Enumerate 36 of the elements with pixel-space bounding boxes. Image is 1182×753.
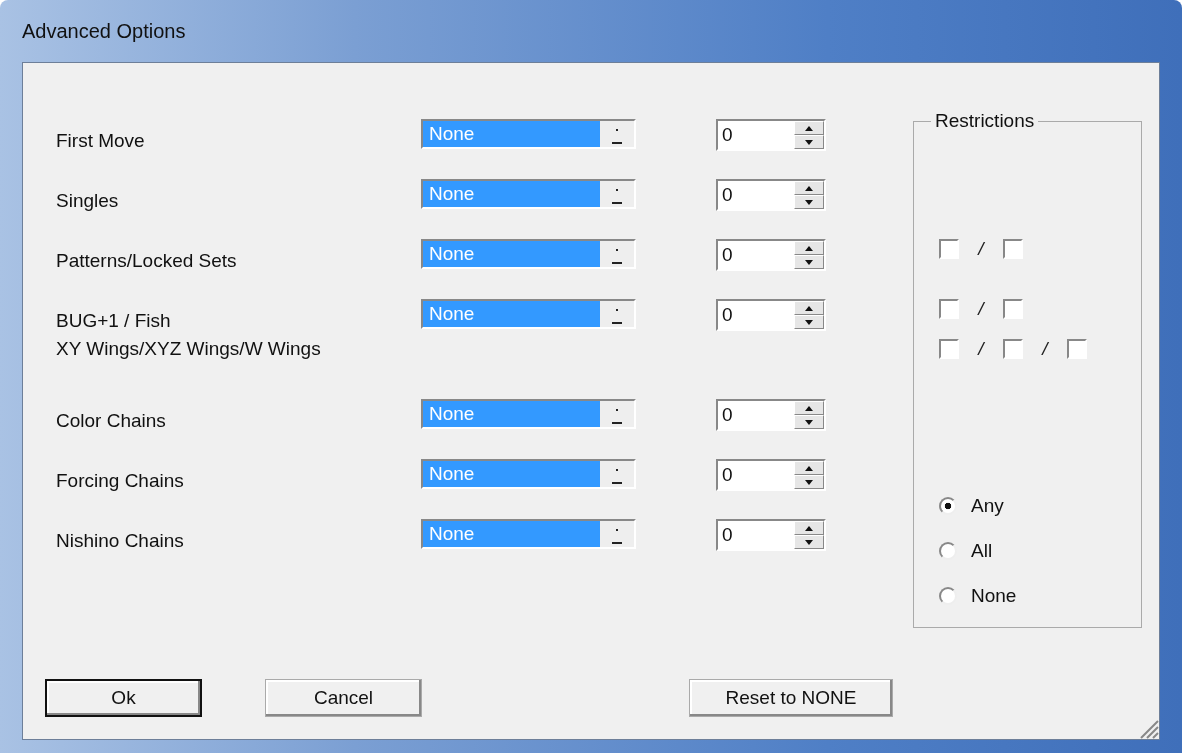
radio-button[interactable] [939,541,957,560]
dialog-button[interactable]: Reset to NONE [689,679,893,717]
dropdown-button[interactable] [600,461,634,487]
separator-text: / [976,298,986,320]
dialog-button[interactable]: Ok [45,679,202,717]
separator-text: / [976,238,986,260]
radio-label[interactable]: All [971,539,993,562]
option-label: BUG+1 / Fish XY Wings/XYZ Wings/W Wings [56,309,322,361]
restriction-checkbox[interactable] [939,339,959,359]
radio-label[interactable]: Any [971,494,1004,517]
restriction-checkbox[interactable] [939,239,959,259]
option-label: Forcing Chains [56,469,185,493]
radio-label[interactable]: None [971,584,1017,607]
dropdown-button[interactable] [600,241,634,267]
restriction-checkbox[interactable] [1003,299,1023,319]
dropdown-button[interactable] [600,121,634,147]
separator-text: / [976,338,986,360]
window-title: Advanced Options [22,19,186,43]
option-label: Singles [56,189,120,213]
dropdown-button[interactable] [600,301,634,327]
restriction-checkbox[interactable] [939,299,959,319]
dropdown-button[interactable] [600,401,634,427]
restriction-checkbox[interactable] [1003,339,1023,359]
dialog-button[interactable]: Cancel [265,679,422,717]
option-label: Patterns/Locked Sets [56,249,238,273]
radio-button[interactable] [939,586,957,605]
dropdown-button[interactable] [600,181,634,207]
option-label: First Move [56,129,146,153]
radio-button[interactable] [939,496,957,515]
dropdown-button[interactable] [600,521,634,547]
option-label: Nishino Chains [56,529,185,553]
separator-text: / [1040,338,1050,360]
option-label: Color Chains [56,409,167,433]
restriction-checkbox[interactable] [1003,239,1023,259]
group-title: Restrictions [934,110,1036,132]
restriction-checkbox[interactable] [1067,339,1087,359]
